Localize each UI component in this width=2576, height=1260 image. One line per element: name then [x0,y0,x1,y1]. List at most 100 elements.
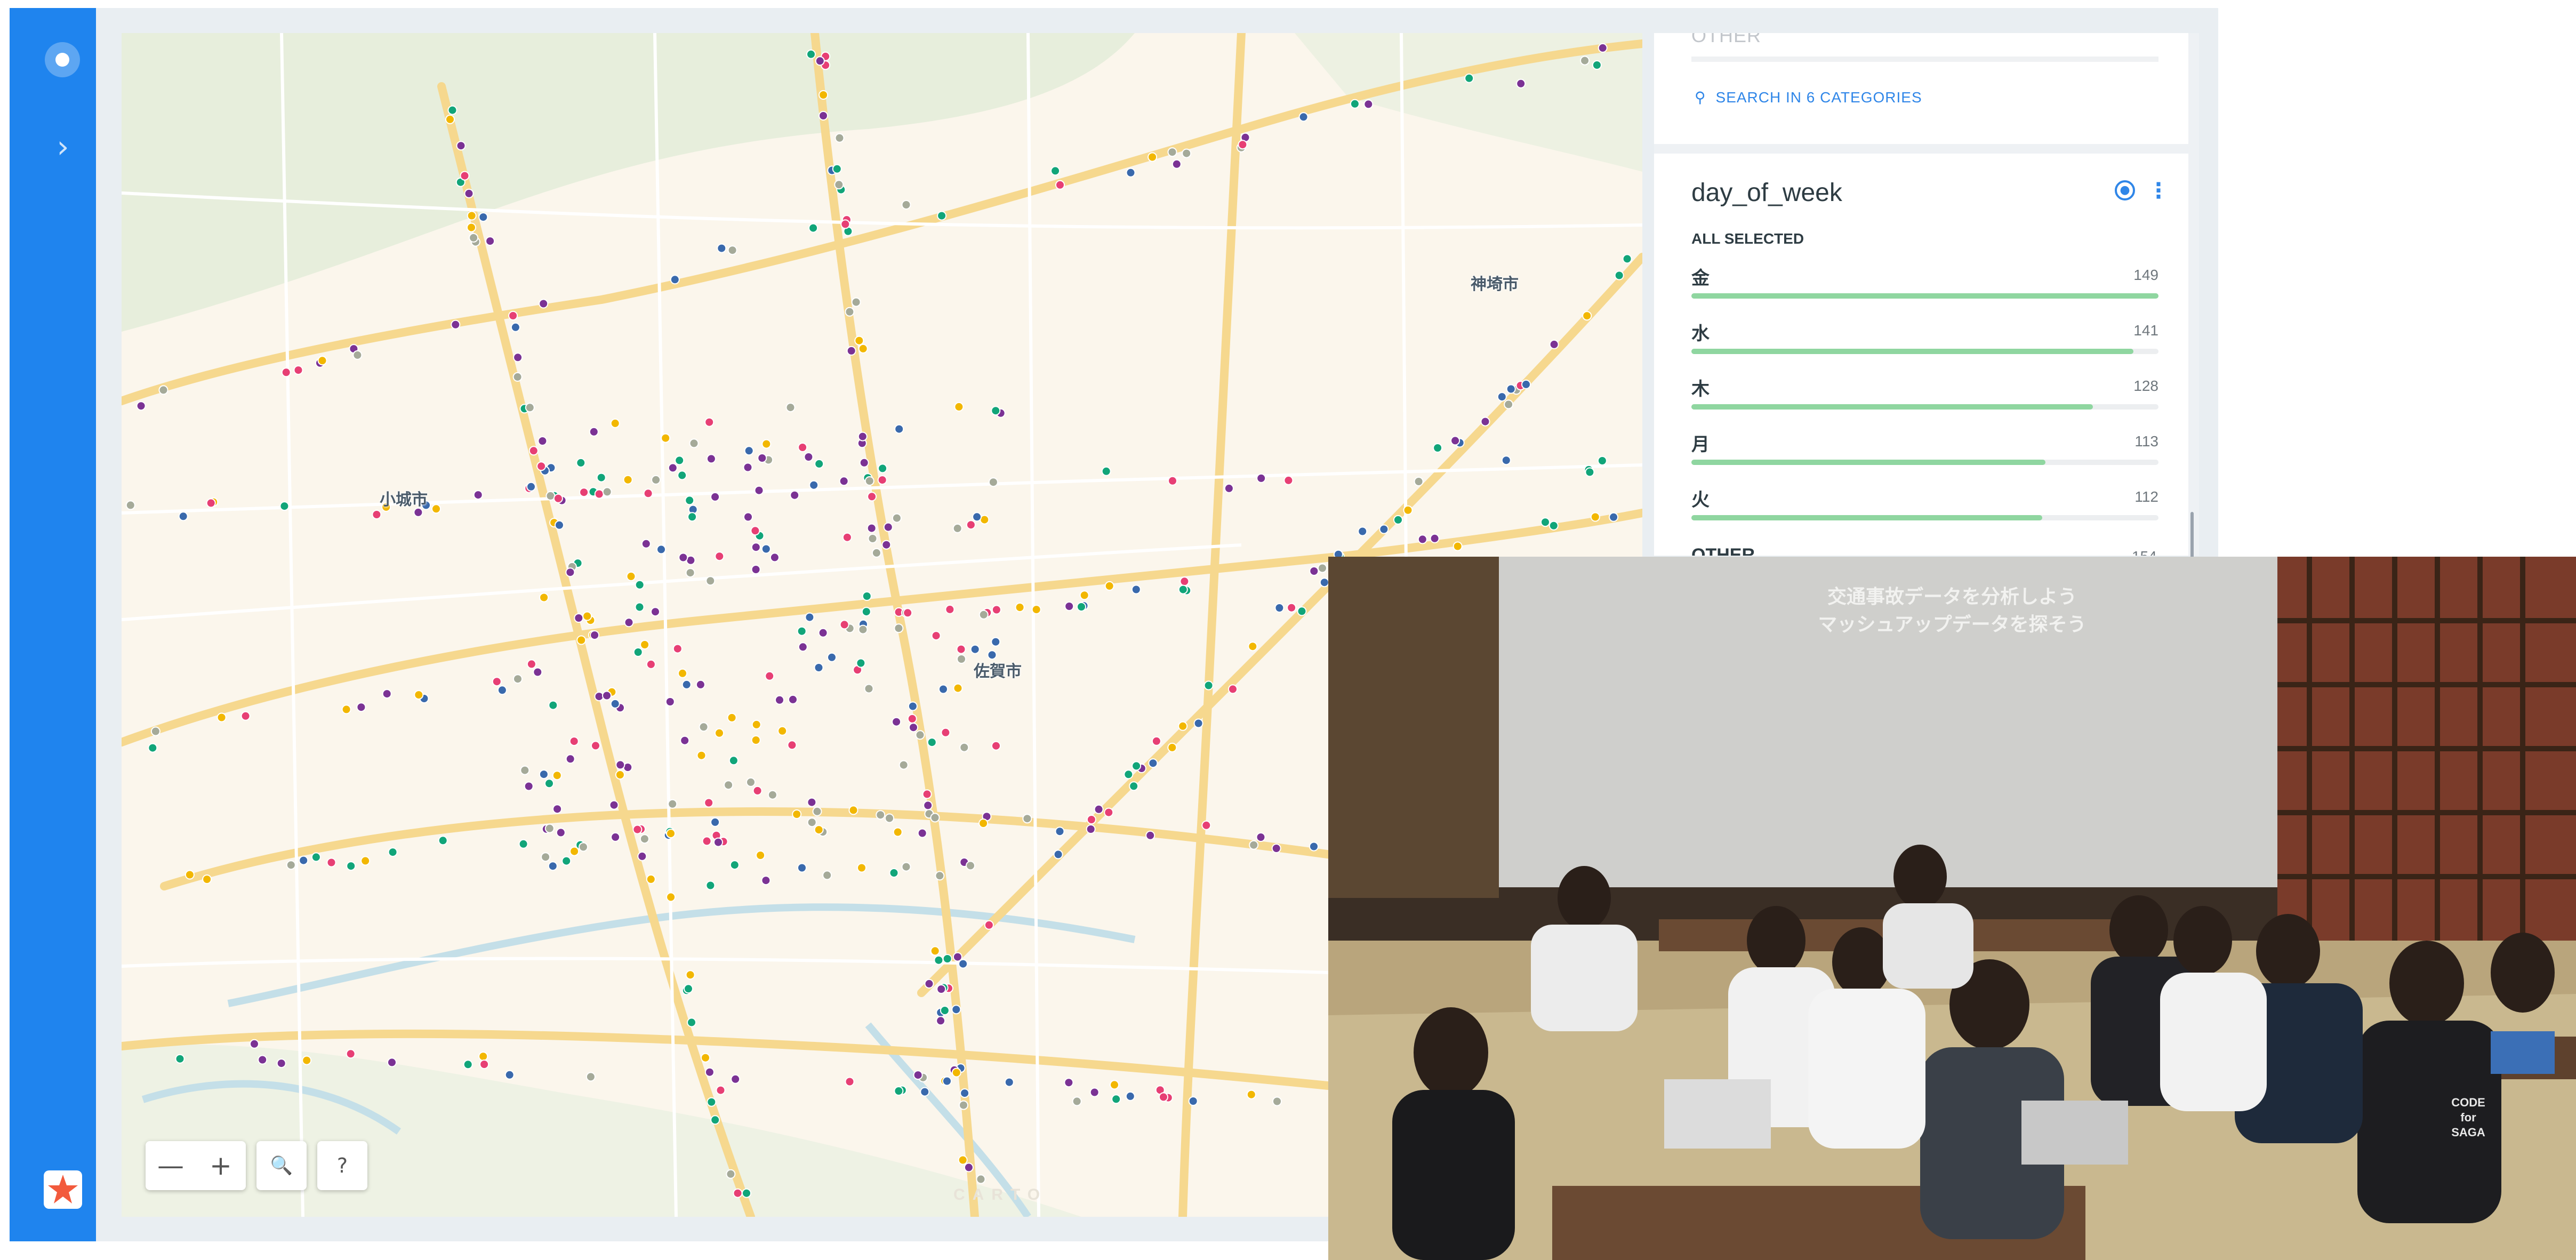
accident-point[interactable] [788,694,798,704]
accident-point[interactable] [548,861,558,871]
accident-point[interactable] [548,700,558,710]
accident-point[interactable] [276,1058,286,1069]
accident-point[interactable] [447,105,458,115]
accident-point[interactable] [1151,736,1161,746]
accident-point[interactable] [594,489,604,499]
accident-point[interactable] [917,828,927,838]
accident-point[interactable] [1521,379,1531,389]
accident-point[interactable] [728,756,739,766]
accident-point[interactable] [1582,311,1592,321]
accident-point[interactable] [909,723,918,733]
accident-point[interactable] [927,737,937,748]
accident-point[interactable] [834,133,845,143]
accident-point[interactable] [777,726,788,736]
accident-point[interactable] [1131,761,1142,771]
accident-point[interactable] [569,736,579,747]
accident-point[interactable] [878,463,888,473]
accident-point[interactable] [388,847,398,857]
search-categories-link[interactable]: ⚲ SEARCH IN 6 CATEGORIES [1695,89,1922,106]
accident-point[interactable] [382,689,392,699]
accident-point[interactable] [715,728,724,738]
accident-point[interactable] [1238,140,1248,150]
accident-point[interactable] [317,356,327,366]
accident-point[interactable] [467,222,476,232]
accident-point[interactable] [677,470,687,480]
accident-point[interactable] [809,480,819,490]
accident-point[interactable] [876,810,886,820]
accident-point[interactable] [814,663,824,672]
accident-point[interactable] [646,874,656,884]
accident-point[interactable] [798,443,808,452]
accident-point[interactable] [704,417,715,427]
accident-point[interactable] [958,959,968,969]
accident-point[interactable] [898,760,909,770]
accident-point[interactable] [717,243,727,253]
category-row[interactable]: 金 149 [1691,263,2158,306]
accident-point[interactable] [938,684,948,694]
accident-point[interactable] [610,418,620,428]
accident-point[interactable] [942,1076,952,1086]
accident-point[interactable] [908,701,918,711]
accident-point[interactable] [861,607,871,617]
accident-point[interactable] [1004,1077,1014,1087]
accident-point[interactable] [868,534,878,543]
accident-point[interactable] [790,490,800,500]
accident-point[interactable] [640,640,650,649]
accident-point[interactable] [687,1017,696,1028]
accident-point[interactable] [1464,73,1474,83]
accident-point[interactable] [751,719,761,729]
accident-point[interactable] [1283,475,1294,485]
accident-point[interactable] [1318,563,1327,573]
accident-point[interactable] [1287,603,1297,613]
accident-point[interactable] [970,644,980,654]
accident-point[interactable] [651,607,660,617]
accident-point[interactable] [680,735,690,745]
accident-point[interactable] [1188,1096,1198,1106]
accident-point[interactable] [615,770,625,780]
accident-point[interactable] [958,1155,968,1165]
accident-point[interactable] [281,367,291,378]
accident-point[interactable] [1104,581,1114,591]
accident-point[interactable] [920,1087,930,1097]
accident-point[interactable] [812,806,822,816]
accident-point[interactable] [991,605,1001,615]
accident-point[interactable] [687,512,697,522]
accident-point[interactable] [512,372,523,382]
accident-point[interactable] [959,742,969,752]
accident-point[interactable] [892,513,902,523]
accident-point[interactable] [934,955,944,965]
accident-point[interactable] [1609,512,1619,522]
accident-point[interactable] [1159,1092,1168,1102]
accident-point[interactable] [924,978,934,989]
accident-point[interactable] [689,438,699,448]
accident-point[interactable] [804,452,814,462]
accident-point[interactable] [713,837,723,847]
accident-point[interactable] [751,565,761,574]
accident-point[interactable] [966,861,975,871]
accident-point[interactable] [1480,416,1490,427]
accident-point[interactable] [743,462,753,472]
accident-point[interactable] [715,551,725,561]
accident-point[interactable] [524,781,534,791]
accident-point[interactable] [716,1085,726,1095]
accident-point[interactable] [1297,606,1307,616]
accident-point[interactable] [856,658,866,668]
accident-point[interactable] [552,771,562,781]
accident-point[interactable] [733,1188,743,1198]
accident-point[interactable] [150,726,161,736]
accident-point[interactable] [346,1049,356,1059]
accident-point[interactable] [941,727,951,737]
accident-point[interactable] [805,612,815,622]
carto-logo-icon[interactable] [45,42,80,77]
accident-point[interactable] [651,475,661,485]
color-drop-icon[interactable]: ● [2115,180,2135,200]
accident-point[interactable] [750,526,760,536]
accident-point[interactable] [1201,820,1211,830]
accident-point[interactable] [460,171,470,181]
accident-point[interactable] [681,679,692,689]
accident-point[interactable] [591,741,600,751]
accident-point[interactable] [250,1039,259,1049]
accident-point[interactable] [1131,584,1141,595]
accident-point[interactable] [1064,1078,1074,1088]
star-logo-icon[interactable] [44,1170,82,1209]
